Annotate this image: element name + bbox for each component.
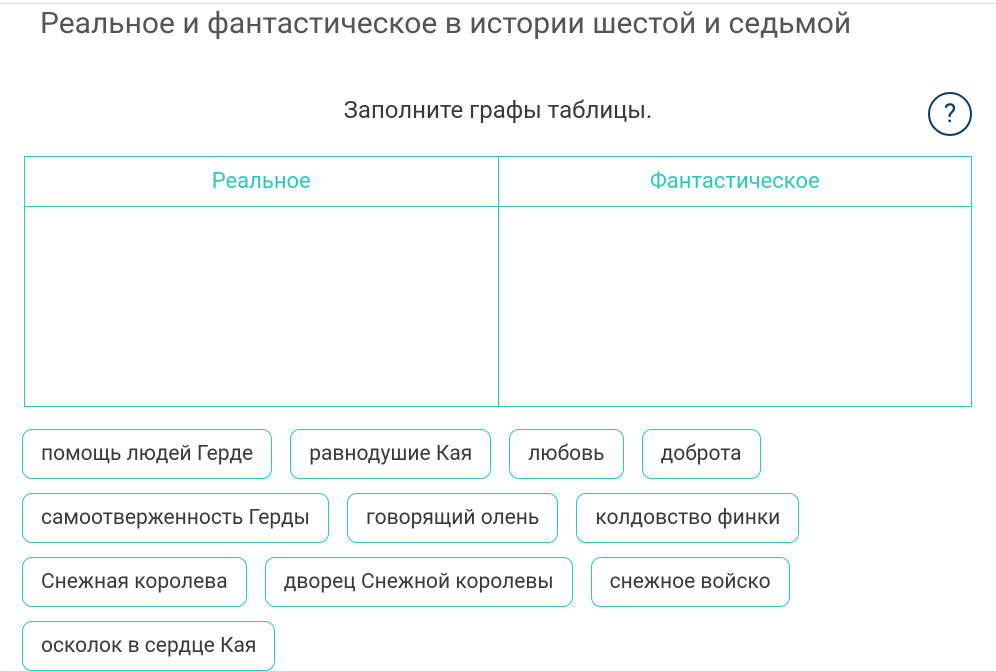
chip-item[interactable]: снежное войско [591, 557, 790, 607]
table-area: Реальное Фантастическое [24, 156, 972, 407]
chip-item[interactable]: любовь [509, 429, 623, 479]
page-title: Реальное и фантастическое в истории шест… [0, 4, 996, 42]
dropzone-fantastic[interactable] [498, 207, 972, 407]
chip-item[interactable]: помощь людей Герде [22, 429, 272, 479]
instruction-text: Заполните графы таблицы. [0, 96, 996, 124]
chip-item[interactable]: доброта [642, 429, 761, 479]
help-button[interactable]: ? [928, 92, 972, 136]
chip-item[interactable]: Снежная королева [22, 557, 247, 607]
chip-item[interactable]: дворец Снежной королевы [265, 557, 573, 607]
chip-item[interactable]: самоотверженность Герды [22, 493, 329, 543]
column-header-real: Реальное [25, 157, 499, 207]
instruction-row: Заполните графы таблицы. ? [0, 96, 996, 124]
chip-bank: помощь людей Герде равнодушие Кая любовь… [22, 429, 974, 671]
dropzone-real[interactable] [25, 207, 499, 407]
chip-item[interactable]: равнодушие Кая [290, 429, 491, 479]
chip-item[interactable]: осколок в сердце Кая [22, 621, 275, 671]
classification-table: Реальное Фантастическое [24, 156, 972, 407]
question-mark-icon: ? [944, 99, 956, 129]
chip-item[interactable]: говорящий олень [347, 493, 558, 543]
chip-item[interactable]: колдовство финки [576, 493, 799, 543]
column-header-fantastic: Фантастическое [498, 157, 972, 207]
